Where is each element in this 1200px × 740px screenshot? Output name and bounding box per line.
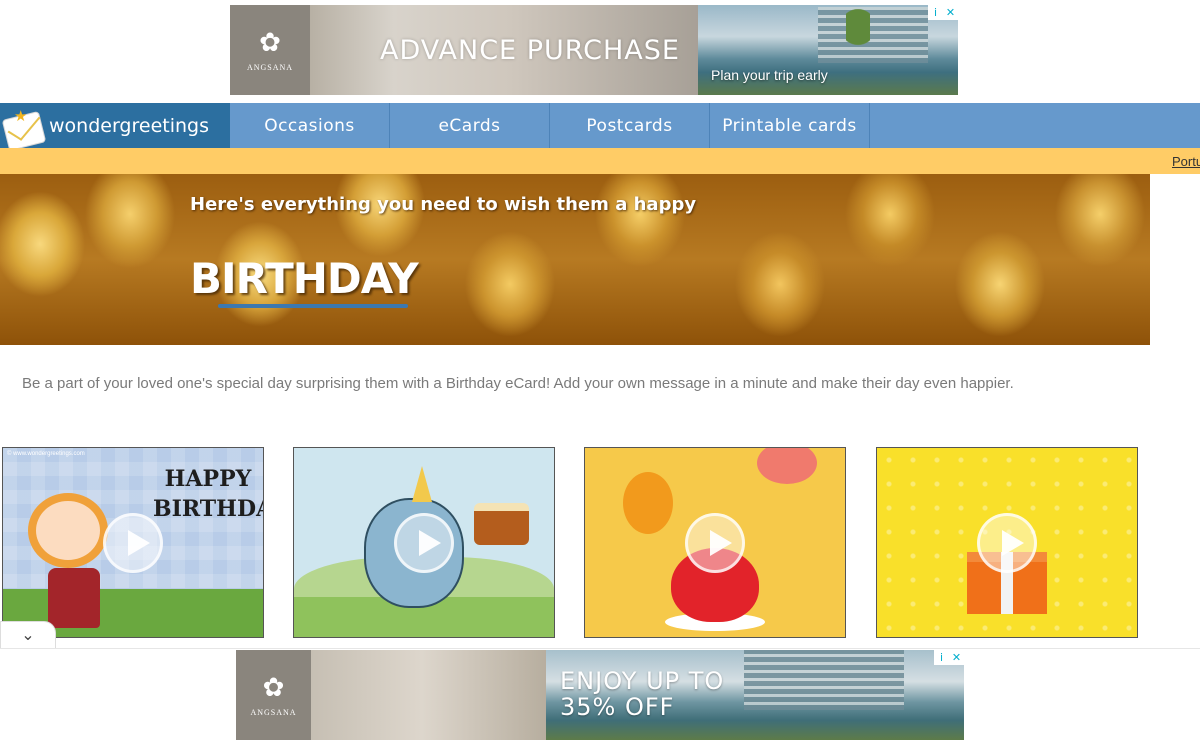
envelope-logo-icon: ★ (0, 103, 47, 152)
ad-close-icon[interactable]: ✕ (943, 5, 958, 20)
ecard-thumbnail-3[interactable] (584, 447, 846, 638)
ad-info-icon[interactable]: i (934, 650, 949, 665)
ad-cta-text: Plan your trip early (711, 67, 828, 83)
ad-headline: ADVANCE PURCHASE (380, 35, 680, 66)
play-icon[interactable] (103, 512, 163, 573)
flower-icon: ✿ (259, 27, 281, 58)
play-icon[interactable] (394, 512, 454, 573)
play-icon[interactable] (685, 512, 745, 573)
chevron-down-icon: ⌄ (21, 625, 35, 644)
ad-brand-name: ANGSANA (250, 707, 297, 717)
ad-headline: ENJOY UP TO 35% OFF (560, 668, 724, 720)
nav-item-occasions[interactable]: Occasions (230, 103, 390, 148)
ad-headline-line-1: ENJOY UP TO (560, 667, 725, 695)
girl-illustration (28, 493, 108, 568)
ad-tree-image (846, 9, 870, 69)
red-balloon-illustration (757, 448, 817, 484)
banner-title: BIRTHDAY (190, 254, 419, 303)
bottom-ad-banner[interactable]: ✿ ANGSANA ENJOY UP TO 35% OFF i ✕ (236, 650, 964, 740)
ad-brand-name: ANGSANA (246, 62, 294, 72)
cake-illustration (474, 503, 529, 545)
language-link[interactable]: Português (1172, 154, 1200, 169)
ad-hotel-photo[interactable]: ✿ ANGSANA ADVANCE PURCHASE (230, 5, 698, 95)
main-nav: ★ wondergreetings Occasions eCards Postc… (0, 103, 1200, 152)
hero-banner: Here's everything you need to wish them … (0, 174, 1150, 345)
card-copyright: © www.wondergreetings.com (7, 451, 85, 457)
ad-info-icon[interactable]: i (928, 5, 943, 20)
nav-item-printable-cards[interactable]: Printable cards (710, 103, 870, 148)
ad-family-photo[interactable]: ✿ ANGSANA (236, 650, 546, 740)
ad-close-icon[interactable]: ✕ (949, 650, 964, 665)
site-logo[interactable]: ★ wondergreetings (0, 103, 230, 152)
nav-item-postcards[interactable]: Postcards (550, 103, 710, 148)
star-icon: ★ (14, 107, 28, 125)
girl-dress-illustration (48, 568, 100, 628)
ad-pool-photo[interactable]: ENJOY UP TO 35% OFF i ✕ (546, 650, 964, 740)
intro-text: Be a part of your loved one's special da… (22, 375, 1014, 392)
ad-headline-line-2: 35% OFF (560, 693, 675, 721)
nav-item-ecards[interactable]: eCards (390, 103, 550, 148)
ad-building-image (818, 7, 928, 63)
banner-subtitle: Here's everything you need to wish them … (190, 194, 697, 215)
ecard-thumbnail-1[interactable]: © www.wondergreetings.com HAPPY BIRTHDAY… (2, 447, 264, 638)
party-hat-illustration (412, 466, 432, 502)
page: ✿ ANGSANA ADVANCE PURCHASE Plan your tri… (0, 0, 1200, 740)
collapse-ad-button[interactable]: ⌄ (0, 621, 56, 648)
ad-brand-logo: ✿ ANGSANA (230, 5, 310, 95)
ecard-thumbnail-4[interactable] (876, 447, 1138, 638)
card-art-text: HAPPY BIRTHDAY! (153, 466, 263, 522)
ad-brand-logo: ✿ ANGSANA (236, 650, 311, 740)
ad-pool-photo[interactable]: Plan your trip early i ✕ (698, 5, 958, 95)
orange-balloon-illustration (623, 472, 673, 534)
ad-building-image (744, 650, 904, 710)
banner-underline (218, 304, 408, 308)
top-ad-banner[interactable]: ✿ ANGSANA ADVANCE PURCHASE Plan your tri… (230, 5, 958, 95)
ecard-thumbnail-2[interactable] (293, 447, 555, 638)
play-icon[interactable] (977, 512, 1037, 573)
logo-text: wondergreetings (49, 114, 209, 137)
language-bar: Português (0, 148, 1200, 174)
flower-icon: ✿ (262, 672, 285, 703)
ad-controls: i ✕ (928, 5, 958, 20)
ad-controls: i ✕ (934, 650, 964, 665)
